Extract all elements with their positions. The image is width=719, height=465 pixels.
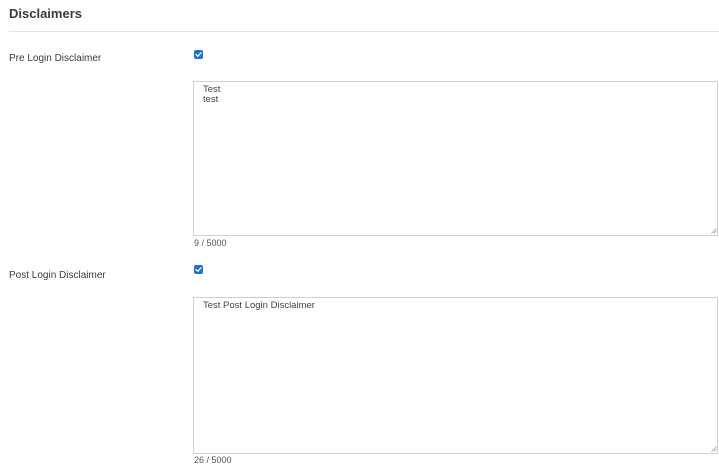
disclaimers-page: Disclaimers Pre Login Disclaimer Test te… — [0, 0, 719, 465]
pre-login-disclaimer-checkbox[interactable] — [194, 50, 203, 59]
pre-login-disclaimer-label: Pre Login Disclaimer — [9, 53, 102, 64]
check-icon — [195, 52, 202, 57]
section-divider — [9, 31, 719, 32]
resize-handle-icon[interactable] — [711, 446, 717, 452]
check-icon — [195, 267, 202, 272]
section-title: Disclaimers — [9, 6, 82, 21]
pre-login-disclaimer-textarea[interactable]: Test test — [193, 81, 718, 236]
post-login-character-counter: 26 / 5000 — [194, 455, 232, 465]
post-login-disclaimer-checkbox[interactable] — [194, 265, 203, 274]
pre-login-character-counter: 9 / 5000 — [194, 238, 227, 248]
post-login-disclaimer-textarea[interactable]: Test Post Login Disclaimer — [193, 297, 718, 454]
post-login-disclaimer-label: Post Login Disclaimer — [9, 270, 106, 281]
resize-handle-icon[interactable] — [711, 228, 717, 234]
